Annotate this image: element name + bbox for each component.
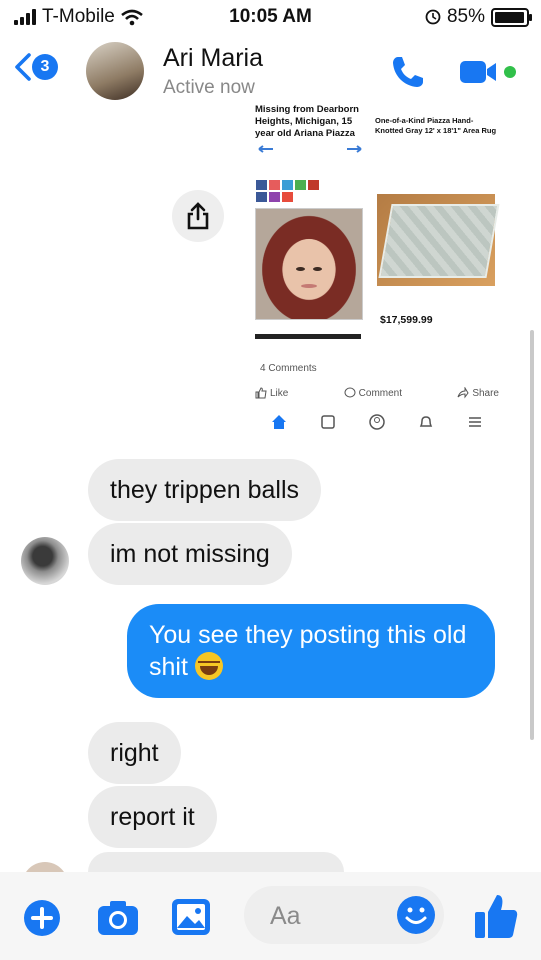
- like-label: Like: [270, 387, 289, 399]
- eye: [296, 267, 305, 271]
- emoji-icon[interactable]: [396, 895, 436, 935]
- sender-avatar[interactable]: [21, 537, 69, 585]
- missing-person-photo: [255, 208, 363, 320]
- post-right-title: One-of-a-Kind Piazza Hand-Knotted Gray 1…: [375, 116, 497, 135]
- mouth: [301, 284, 317, 288]
- post-actions: Like Comment Share: [255, 387, 499, 399]
- shared-post[interactable]: Missing from Dearborn Heights, Michigan,…: [255, 104, 500, 439]
- scrollbar[interactable]: [530, 330, 534, 740]
- rug-photo: [377, 194, 500, 286]
- menu-icon: [468, 417, 481, 427]
- back-chevron-icon: [15, 53, 31, 81]
- gallery-icon[interactable]: [170, 897, 212, 937]
- comment-count[interactable]: 4 Comments: [260, 363, 317, 374]
- post-left-title: Missing from Dearborn Heights, Michigan,…: [255, 104, 359, 139]
- status-bar: T-Mobile 10:05 AM 85%: [0, 0, 541, 36]
- active-status: Active now: [163, 77, 255, 98]
- marketplace-icon: [321, 415, 335, 429]
- home-icon: [272, 415, 287, 429]
- contact-name[interactable]: Ari Maria: [163, 44, 263, 73]
- face-shape: [284, 239, 334, 299]
- unread-badge: 3: [32, 54, 58, 80]
- like-action[interactable]: Like: [255, 387, 288, 399]
- post-tab-bar: [255, 410, 499, 434]
- post-left-panel: Missing from Dearborn Heights, Michigan,…: [255, 104, 367, 159]
- arrows-icon: [258, 145, 362, 153]
- share-action[interactable]: Share: [457, 387, 499, 399]
- alarm-icon: [425, 9, 441, 25]
- plus-icon[interactable]: [23, 899, 61, 937]
- message-incoming[interactable]: right: [88, 722, 181, 784]
- status-right: 85%: [425, 6, 532, 28]
- back-button[interactable]: 3: [12, 52, 58, 82]
- battery-percent: 85%: [446, 6, 485, 27]
- thumbs-up-icon[interactable]: [473, 892, 519, 940]
- profile-icon: [369, 414, 385, 430]
- post-right-panel: One-of-a-Kind Piazza Hand-Knotted Gray 1…: [375, 104, 499, 135]
- comment-icon: [344, 387, 356, 398]
- message-incoming[interactable]: im not missing: [88, 523, 292, 585]
- photo-bar: [255, 334, 361, 339]
- video-icon[interactable]: [458, 52, 530, 92]
- message-incoming[interactable]: report it: [88, 786, 217, 848]
- share-arrow-icon: [457, 387, 469, 399]
- phone-icon[interactable]: [388, 52, 428, 92]
- carpet-shape: [378, 204, 500, 278]
- composer-bar: [0, 872, 541, 960]
- share-icon: [187, 202, 209, 230]
- like-icon: [255, 387, 267, 399]
- camera-icon[interactable]: [96, 899, 140, 937]
- share-button[interactable]: [172, 190, 224, 242]
- comment-action[interactable]: Comment: [344, 387, 402, 399]
- post-share-icons: [256, 180, 326, 202]
- laughing-emoji-icon: [194, 652, 223, 680]
- message-input[interactable]: [268, 900, 402, 932]
- battery-icon: [491, 7, 532, 27]
- bell-icon: [419, 416, 432, 427]
- message-composer[interactable]: [244, 886, 444, 944]
- avatar[interactable]: [86, 42, 144, 100]
- message-outgoing[interactable]: You see they posting this old shit: [127, 604, 495, 698]
- comment-label: Comment: [358, 387, 403, 399]
- post-price: $17,599.99: [380, 314, 433, 326]
- chat-header: 3 Ari Maria Active now: [0, 36, 541, 104]
- share-label: Share: [472, 387, 499, 399]
- message-incoming[interactable]: they trippen balls: [88, 459, 322, 521]
- eye: [313, 267, 322, 271]
